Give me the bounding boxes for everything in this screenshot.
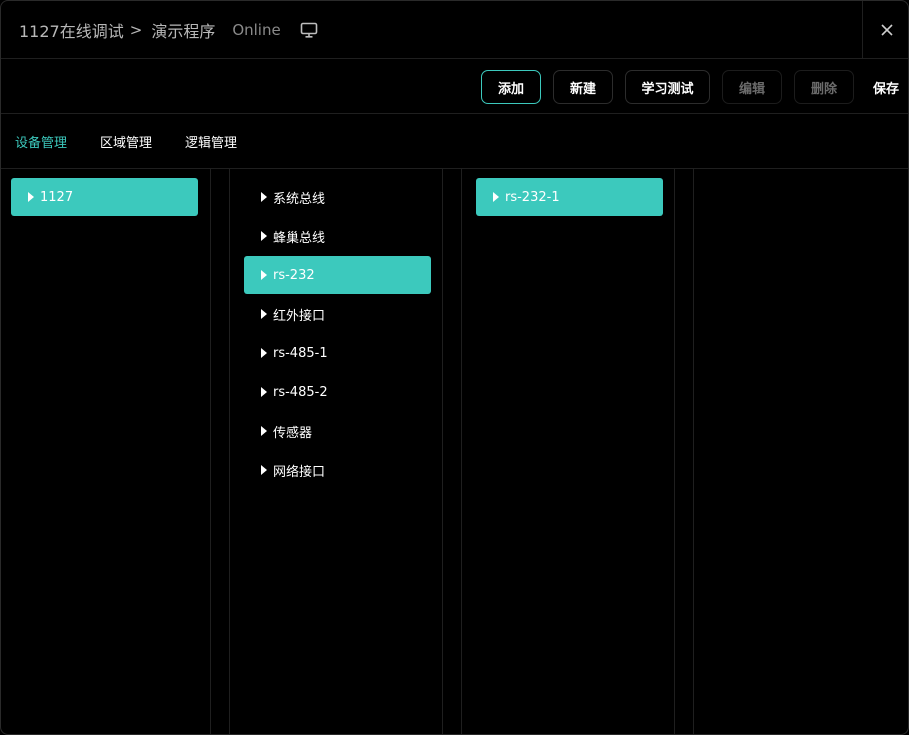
close-button[interactable] <box>862 1 908 59</box>
caret-right-icon <box>261 465 267 475</box>
interface-item[interactable]: rs-485-2 <box>244 373 431 411</box>
save-button[interactable]: 保存 <box>873 70 899 104</box>
add-button[interactable]: 添加 <box>481 70 541 104</box>
interface-item-label: rs-232 <box>273 267 315 283</box>
new-button[interactable]: 新建 <box>553 70 613 104</box>
column-divider <box>229 169 230 734</box>
column-divider <box>210 169 211 734</box>
interface-item[interactable]: 蜂巢总线 <box>244 217 431 255</box>
column-divider <box>693 169 694 734</box>
chevron-right-icon: > <box>129 21 143 39</box>
column-divider <box>674 169 675 734</box>
window-header: 1127在线调试 > 演示程序 Online <box>1 1 908 59</box>
tab-logic-management[interactable]: 逻辑管理 <box>185 114 237 169</box>
debug-window: 1127在线调试 > 演示程序 Online 添加 新建 学习测试 编辑 删除 <box>0 0 909 735</box>
device-item[interactable]: 1127 <box>11 178 198 216</box>
tab-bar: 设备管理 区域管理 逻辑管理 <box>1 114 908 169</box>
caret-right-icon <box>261 348 267 358</box>
connection-status: Online <box>232 21 281 39</box>
interface-item[interactable]: 传感器 <box>244 412 431 450</box>
monitor-icon[interactable] <box>300 21 318 39</box>
tab-area-management[interactable]: 区域管理 <box>100 114 152 169</box>
interface-item-label: 蜂巢总线 <box>273 230 326 246</box>
breadcrumb: 1127在线调试 > 演示程序 Online <box>19 1 318 59</box>
delete-button[interactable]: 删除 <box>794 70 854 104</box>
column-browser: 1127 系统总线 蜂巢总线 rs-232 红外接口 rs-485-1 rs-4… <box>1 169 908 734</box>
caret-right-icon <box>261 192 267 202</box>
interface-item-label: 网络接口 <box>273 464 326 480</box>
interface-item[interactable]: rs-485-1 <box>244 334 431 372</box>
interface-item[interactable]: 系统总线 <box>244 178 431 216</box>
interface-item-label: 传感器 <box>273 425 313 441</box>
interface-item[interactable]: rs-232 <box>244 256 431 294</box>
interface-item[interactable]: 网络接口 <box>244 451 431 489</box>
learn-test-button[interactable]: 学习测试 <box>625 70 710 104</box>
channel-item-label: rs-232-1 <box>505 189 560 205</box>
edit-button[interactable]: 编辑 <box>722 70 782 104</box>
caret-right-icon <box>261 387 267 397</box>
tab-device-management[interactable]: 设备管理 <box>15 114 67 169</box>
close-icon <box>880 24 893 36</box>
column-divider <box>442 169 443 734</box>
interface-item[interactable]: 红外接口 <box>244 295 431 333</box>
interface-item-label: 红外接口 <box>273 308 326 324</box>
channel-item[interactable]: rs-232-1 <box>476 178 663 216</box>
interface-item-label: rs-485-2 <box>273 384 328 400</box>
caret-right-icon <box>493 192 499 202</box>
device-item-label: 1127 <box>40 189 74 205</box>
toolbar: 添加 新建 学习测试 编辑 删除 保存 <box>1 59 908 114</box>
caret-right-icon <box>261 231 267 241</box>
interface-item-label: 系统总线 <box>273 191 326 207</box>
column-divider <box>461 169 462 734</box>
breadcrumb-program: 演示程序 <box>151 22 216 41</box>
interface-item-label: rs-485-1 <box>273 345 328 361</box>
caret-right-icon <box>261 426 267 436</box>
breadcrumb-device[interactable]: 1127在线调试 <box>19 18 124 42</box>
caret-right-icon <box>261 309 267 319</box>
caret-right-icon <box>261 270 267 280</box>
caret-right-icon <box>28 192 34 202</box>
